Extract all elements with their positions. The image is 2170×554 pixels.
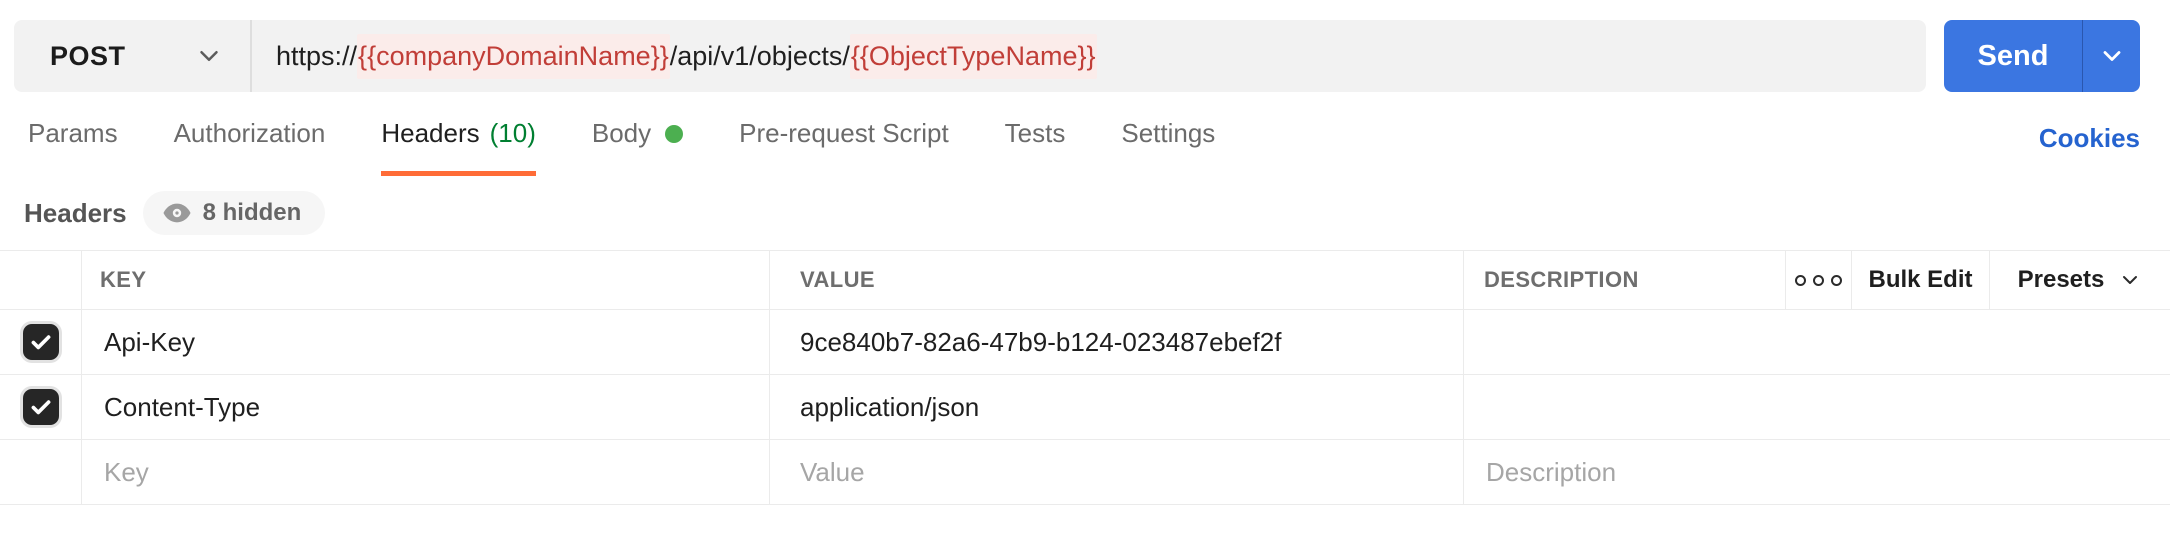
row-checkbox-checked[interactable] [23, 389, 59, 425]
url-variable: {{companyDomainName}} [357, 34, 670, 79]
method-label: POST [50, 41, 126, 72]
value-cell[interactable]: application/json [770, 375, 1464, 439]
toggle-hidden-headers-button[interactable]: 8 hidden [143, 191, 326, 235]
row-checkbox-checked[interactable] [23, 324, 59, 360]
header-row-content-type: Content-Type application/json [0, 375, 2170, 440]
header-row-empty: Key Value Description [0, 440, 2170, 505]
send-button[interactable]: Send [1944, 20, 2082, 92]
more-actions-button[interactable] [1786, 251, 1852, 309]
presets-dropdown[interactable]: Presets [1990, 251, 2170, 309]
description-cell[interactable] [1464, 310, 2170, 374]
select-all-column-header [0, 251, 82, 309]
more-actions-icon [1795, 275, 1842, 286]
value-cell[interactable]: 9ce840b7-82a6-47b9-b124-023487ebef2f [770, 310, 1464, 374]
headers-table: KEY VALUE DESCRIPTION Bulk Edit Presets … [0, 250, 2170, 505]
key-cell[interactable]: Content-Type [82, 375, 770, 439]
eye-icon [163, 203, 191, 223]
body-content-dot-icon [665, 125, 683, 143]
value-input-placeholder[interactable]: Value [770, 440, 1464, 504]
column-header-value: VALUE [770, 251, 1464, 309]
tab-params[interactable]: Params [28, 118, 118, 176]
key-input-placeholder[interactable]: Key [82, 440, 770, 504]
cookies-link[interactable]: Cookies [2039, 123, 2140, 176]
tab-pre-request-script[interactable]: Pre-request Script [739, 118, 949, 176]
column-header-description: DESCRIPTION [1464, 251, 1786, 309]
method-dropdown[interactable]: POST [14, 20, 252, 92]
key-cell[interactable]: Api-Key [82, 310, 770, 374]
tab-settings[interactable]: Settings [1121, 118, 1215, 176]
headers-section-title: Headers [24, 198, 127, 229]
send-options-button[interactable] [2082, 20, 2140, 92]
tab-tests[interactable]: Tests [1005, 118, 1066, 176]
request-bar: POST https://{{companyDomainName}}/api/v… [14, 20, 2140, 92]
chevron-down-icon [194, 41, 224, 71]
url-segment: /api/v1/objects/ [670, 41, 850, 72]
hidden-headers-label: 8 hidden [203, 199, 302, 227]
url-input[interactable]: https://{{companyDomainName}}/api/v1/obj… [252, 20, 1926, 92]
column-header-key: KEY [82, 251, 770, 309]
url-segment: https:// [276, 41, 357, 72]
url-bar: POST https://{{companyDomainName}}/api/v… [14, 20, 1926, 92]
header-row-api-key: Api-Key 9ce840b7-82a6-47b9-b124-023487eb… [0, 310, 2170, 375]
description-input-placeholder[interactable]: Description [1464, 440, 2170, 504]
chevron-down-icon [2098, 42, 2126, 70]
tab-body[interactable]: Body [592, 118, 683, 176]
tab-authorization[interactable]: Authorization [174, 118, 326, 176]
request-tabs: Params Authorization Headers (10) Body P… [0, 118, 2170, 176]
bulk-edit-button[interactable]: Bulk Edit [1852, 251, 1990, 309]
headers-count-badge: (10) [490, 118, 536, 149]
tab-headers[interactable]: Headers (10) [381, 118, 536, 176]
description-cell[interactable] [1464, 375, 2170, 439]
chevron-down-icon [2118, 268, 2142, 292]
table-header-row: KEY VALUE DESCRIPTION Bulk Edit Presets [0, 250, 2170, 310]
url-variable: {{ObjectTypeName}} [850, 34, 1097, 79]
send-button-group: Send [1944, 20, 2140, 92]
headers-section-header: Headers 8 hidden [0, 192, 2170, 234]
